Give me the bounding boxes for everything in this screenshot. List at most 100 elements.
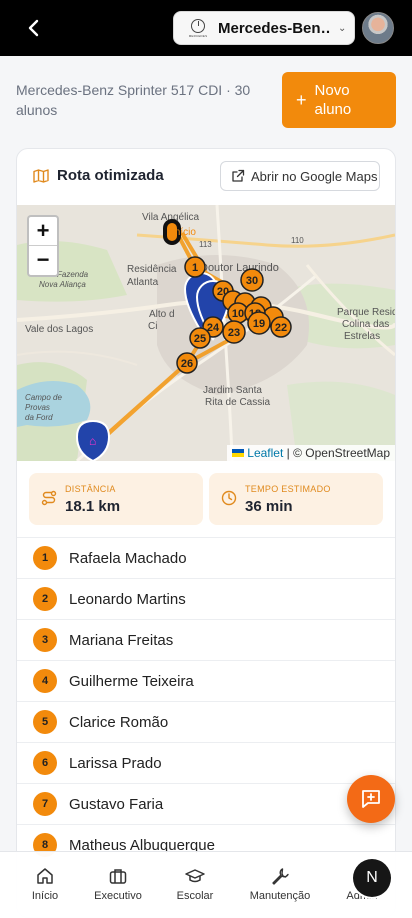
svg-text:Atlanta: Atlanta bbox=[127, 277, 159, 288]
nav-item-manutencao[interactable]: Manutenção bbox=[240, 866, 320, 902]
nav-item-inicio[interactable]: Início bbox=[5, 866, 85, 902]
message-plus-icon bbox=[362, 790, 380, 808]
stop-number-badge: 1 bbox=[33, 546, 57, 570]
svg-text:110: 110 bbox=[291, 236, 304, 245]
student-name: Clarice Romão bbox=[69, 713, 169, 731]
svg-text:Vale dos Lagos: Vale dos Lagos bbox=[25, 324, 93, 335]
stop-number-badge: 2 bbox=[33, 587, 57, 611]
list-item[interactable]: 3 Mariana Freitas bbox=[17, 619, 395, 660]
svg-text:22: 22 bbox=[275, 322, 287, 334]
route-icon bbox=[41, 490, 57, 506]
stop-marker-19[interactable]: 19 bbox=[247, 311, 271, 335]
svg-text:Doutor Laurindo: Doutor Laurindo bbox=[200, 262, 279, 274]
mercedes-logo-icon: MERCEDES bbox=[184, 16, 212, 40]
osm-attribution: | © OpenStreetMap bbox=[286, 446, 390, 460]
student-name: Guilherme Teixeira bbox=[69, 672, 194, 690]
route-map[interactable]: Vila Angélica Doutor Laurindo Residência… bbox=[17, 205, 395, 461]
bottom-navigation: Início Executivo Escolar Manutenção Admi… bbox=[0, 851, 412, 918]
route-card: Rota otimizada Abrir no Google Maps Vila… bbox=[16, 148, 396, 918]
stop-marker-22[interactable]: 22 bbox=[270, 316, 292, 338]
svg-text:⌂: ⌂ bbox=[89, 434, 96, 448]
stop-number-badge: 4 bbox=[33, 669, 57, 693]
student-list: 1 Rafaela Machado 2 Leonardo Martins 3 Mari… bbox=[17, 537, 395, 865]
plus-icon: + bbox=[296, 89, 307, 110]
zoom-out-button[interactable]: − bbox=[29, 246, 57, 275]
svg-text:Parque Reside: Parque Reside bbox=[337, 307, 395, 318]
svg-text:23: 23 bbox=[228, 327, 240, 339]
list-item[interactable]: 7 Gustavo Faria bbox=[17, 783, 395, 824]
svg-text:Residência: Residência bbox=[127, 264, 177, 275]
svg-text:10: 10 bbox=[232, 308, 244, 320]
list-item[interactable]: 2 Leonardo Martins bbox=[17, 578, 395, 619]
stop-number-badge: 7 bbox=[33, 792, 57, 816]
svg-text:25: 25 bbox=[194, 333, 206, 345]
svg-text:Colina das: Colina das bbox=[342, 319, 389, 330]
graduation-cap-icon bbox=[185, 869, 205, 883]
svg-text:Jardim Santa: Jardim Santa bbox=[203, 385, 262, 396]
time-value: 36 min bbox=[245, 498, 293, 515]
route-card-header: Rota otimizada Abrir no Google Maps bbox=[17, 149, 395, 205]
home-icon bbox=[37, 868, 53, 884]
clock-icon bbox=[221, 490, 237, 506]
map-tiles: Vila Angélica Doutor Laurindo Residência… bbox=[17, 205, 395, 461]
account-badge[interactable]: N bbox=[353, 859, 391, 897]
distance-stat: DISTÂNCIA 18.1 km bbox=[29, 473, 203, 525]
nav-label: Manutenção bbox=[249, 890, 311, 902]
vehicle-select-value: Mercedes-Ben… bbox=[218, 19, 330, 37]
user-avatar[interactable] bbox=[362, 12, 394, 44]
svg-text:Início: Início bbox=[172, 227, 196, 238]
student-name: Gustavo Faria bbox=[69, 795, 164, 813]
svg-text:1: 1 bbox=[192, 262, 198, 274]
chevron-down-icon: ⌄ bbox=[338, 22, 347, 34]
vehicle-summary: Mercedes-Benz Sprinter 517 CDI · 30 alun… bbox=[16, 82, 251, 118]
map-icon bbox=[33, 169, 49, 183]
back-arrow-icon[interactable] bbox=[22, 14, 46, 42]
svg-text:Provas: Provas bbox=[25, 403, 50, 412]
nav-label: Executivo bbox=[94, 890, 142, 902]
leaflet-link[interactable]: Leaflet bbox=[247, 446, 283, 460]
list-item[interactable]: 6 Larissa Prado bbox=[17, 742, 395, 783]
stop-marker-25[interactable]: 25 bbox=[189, 327, 211, 349]
svg-text:Nova Aliança: Nova Aliança bbox=[39, 280, 86, 289]
nav-item-escolar[interactable]: Escolar bbox=[155, 866, 235, 902]
svg-text:Ci: Ci bbox=[148, 321, 157, 332]
vehicle-select[interactable]: MERCEDES Mercedes-Ben… ⌄ bbox=[173, 11, 355, 45]
svg-text:Fazenda: Fazenda bbox=[57, 270, 89, 279]
stop-marker-1[interactable]: 1 bbox=[184, 256, 206, 278]
stop-marker-30[interactable]: 30 bbox=[240, 268, 264, 292]
time-stat: TEMPO ESTIMADO 36 min bbox=[209, 473, 383, 525]
chat-fab-button[interactable] bbox=[347, 775, 395, 823]
distance-value: 18.1 km bbox=[65, 498, 121, 515]
open-google-maps-button[interactable]: Abrir no Google Maps bbox=[220, 161, 380, 191]
svg-text:113: 113 bbox=[199, 240, 212, 249]
svg-text:Alto d: Alto d bbox=[149, 309, 175, 320]
list-item[interactable]: 4 Guilherme Teixeira bbox=[17, 660, 395, 701]
stop-marker-26[interactable]: 26 bbox=[176, 352, 198, 374]
student-name: Larissa Prado bbox=[69, 754, 162, 772]
stop-marker-23[interactable]: 23 bbox=[222, 320, 246, 344]
stop-number-badge: 6 bbox=[33, 751, 57, 775]
svg-text:30: 30 bbox=[246, 275, 258, 287]
open-google-maps-label: Abrir no Google Maps bbox=[251, 168, 378, 184]
student-name: Rafaela Machado bbox=[69, 549, 187, 567]
top-bar: MERCEDES Mercedes-Ben… ⌄ bbox=[0, 0, 412, 56]
nav-item-executivo[interactable]: Executivo bbox=[78, 866, 158, 902]
stop-number-badge: 3 bbox=[33, 628, 57, 652]
route-card-title: Rota otimizada bbox=[57, 167, 164, 184]
svg-text:Estrelas: Estrelas bbox=[344, 331, 380, 342]
svg-text:Campo de: Campo de bbox=[25, 393, 62, 402]
nav-label: Início bbox=[31, 890, 59, 902]
nav-label: Escolar bbox=[176, 890, 214, 902]
list-item[interactable]: 5 Clarice Romão bbox=[17, 701, 395, 742]
time-label: TEMPO ESTIMADO bbox=[245, 484, 331, 494]
new-student-button[interactable]: + Novo aluno bbox=[282, 72, 396, 128]
zoom-in-button[interactable]: + bbox=[29, 217, 57, 246]
briefcase-icon bbox=[109, 869, 127, 884]
new-student-label: Novo aluno bbox=[314, 82, 352, 118]
svg-text:19: 19 bbox=[253, 318, 265, 330]
student-name: Leonardo Martins bbox=[69, 590, 186, 608]
svg-text:Rita de Cassia: Rita de Cassia bbox=[205, 397, 270, 408]
ukraine-flag-icon bbox=[232, 449, 245, 457]
list-item[interactable]: 1 Rafaela Machado bbox=[17, 537, 395, 578]
stop-number-badge: 5 bbox=[33, 710, 57, 734]
